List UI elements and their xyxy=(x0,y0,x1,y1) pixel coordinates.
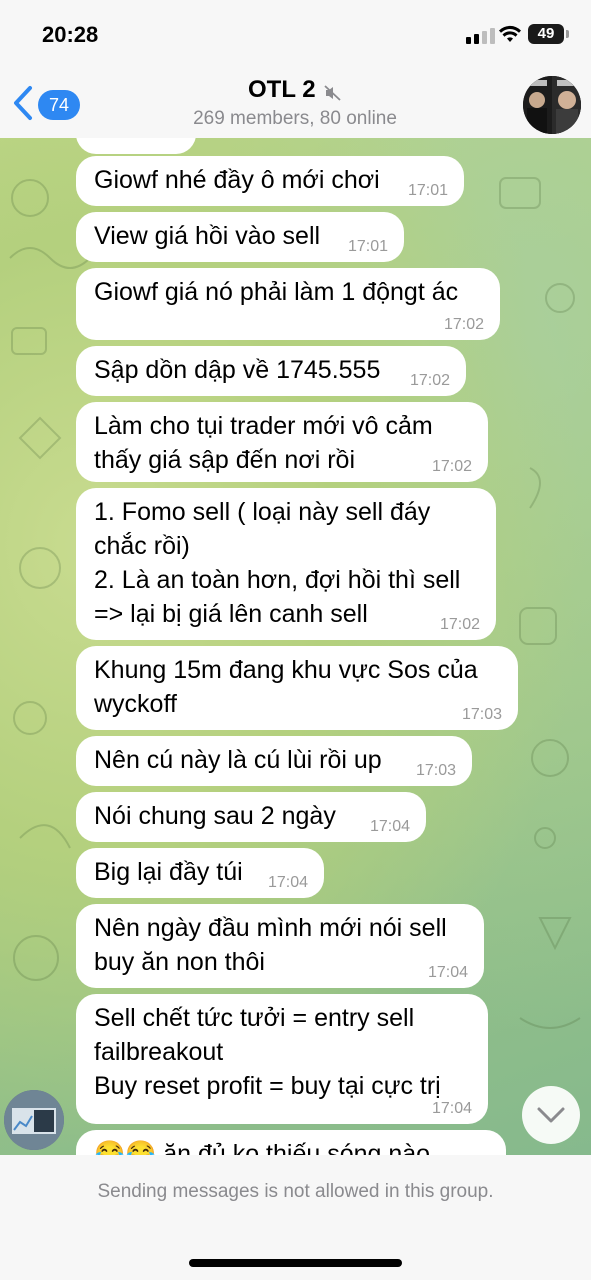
chat-subtitle: 269 members, 80 online xyxy=(193,108,397,129)
chat-title-block[interactable]: OTL 2 269 members, 80 online xyxy=(150,76,440,130)
sender-avatar[interactable] xyxy=(4,1090,64,1150)
message-timestamp: 17:04 xyxy=(431,1100,472,1117)
message-text: Làm cho tụi trader mới vô cảm thấy giá s… xyxy=(94,412,433,474)
message-bubble[interactable]: Làm cho tụi trader mới vô cảm thấy giá s… xyxy=(76,402,488,482)
message-bubble[interactable]: Giowf giá nó phải làm 1 độngt ác 17:02 xyxy=(76,268,500,340)
message-timestamp: 17:03 xyxy=(415,762,456,779)
status-bar: 20:28 49 xyxy=(0,0,591,70)
status-time: 20:28 xyxy=(42,22,99,47)
message-text: 1. Fomo sell ( loại này sell đáy chắc rồ… xyxy=(94,498,461,628)
back-unread-badge[interactable]: 74 xyxy=(38,90,80,120)
message-timestamp: 17:02 xyxy=(443,316,484,333)
input-area: Sending messages is not allowed in this … xyxy=(0,1155,591,1280)
message-bubble[interactable]: Nên cú này là cú lùi rồi up 17:03 xyxy=(76,736,472,786)
message-text: Khung 15m đang khu vực Sos của wyckoff xyxy=(94,656,478,718)
chat-area[interactable]: Giowf nhé đầy ô mới chơi 17:01 View giá hồ… xyxy=(0,138,591,1155)
message-text: Nên ngày đầu mình mới nói sell buy ăn no… xyxy=(94,914,447,976)
message-text: Giowf giá nó phải làm 1 độngt ác xyxy=(94,278,459,306)
speaker-muted-icon xyxy=(324,85,341,101)
message-timestamp: 17:02 xyxy=(431,458,472,475)
message-timestamp: 17:01 xyxy=(407,182,448,199)
chevron-left-icon[interactable] xyxy=(10,84,38,122)
message-text: 😂😂 ăn đủ ko thiếu sóng nào xyxy=(94,1140,431,1155)
message-text: Sell chết tức tưởi = entry sell failbrea… xyxy=(94,1004,441,1100)
message-bubble[interactable]: 😂😂 ăn đủ ko thiếu sóng nào xyxy=(76,1130,506,1155)
message-text: Sập dồn dập về 1745.555 xyxy=(94,356,381,384)
message-timestamp: 17:02 xyxy=(439,616,480,633)
message-bubble[interactable]: Sell chết tức tưởi = entry sell failbrea… xyxy=(76,994,488,1124)
message-timestamp: 17:03 xyxy=(461,706,502,723)
message-bubble[interactable]: Nói chung sau 2 ngày 17:04 xyxy=(76,792,426,842)
message-text: Giowf nhé đầy ô mới chơi xyxy=(94,166,380,194)
message-bubble[interactable]: View giá hồi vào sell 17:01 xyxy=(76,212,404,262)
group-avatar[interactable] xyxy=(523,76,581,134)
sending-disabled-notice: Sending messages is not allowed in this … xyxy=(97,1181,494,1202)
battery-tip xyxy=(566,30,569,38)
chat-header: 74 OTL 2 269 members, 80 online xyxy=(0,70,591,138)
message-timestamp: 17:04 xyxy=(369,818,410,835)
message-timestamp: 17:04 xyxy=(427,964,468,981)
message-text: Nên cú này là cú lùi rồi up xyxy=(94,746,382,774)
home-indicator xyxy=(189,1259,402,1267)
cellular-signal-icon xyxy=(466,28,495,44)
message-bubble[interactable]: Giowf nhé đầy ô mới chơi 17:01 xyxy=(76,156,464,206)
message-bubble[interactable]: 1. Fomo sell ( loại này sell đáy chắc rồ… xyxy=(76,488,496,640)
chat-title: OTL 2 xyxy=(247,76,316,103)
chevron-down-icon xyxy=(537,1107,565,1123)
message-text: Nói chung sau 2 ngày xyxy=(94,802,336,830)
wifi-icon xyxy=(499,25,521,42)
message-bubble[interactable]: Nên ngày đầu mình mới nói sell buy ăn no… xyxy=(76,904,484,988)
message-bubble[interactable]: Khung 15m đang khu vực Sos của wyckoff 17… xyxy=(76,646,518,730)
message-timestamp: 17:01 xyxy=(347,238,388,255)
message-text: View giá hồi vào sell xyxy=(94,222,321,250)
message-timestamp: 17:04 xyxy=(267,874,308,891)
message-bubble-partial[interactable] xyxy=(76,138,196,154)
scroll-to-bottom-button[interactable] xyxy=(522,1086,580,1144)
message-timestamp: 17:02 xyxy=(409,372,450,389)
battery-indicator: 49 xyxy=(528,24,564,44)
message-bubble[interactable]: Big lại đầy túi 17:04 xyxy=(76,848,324,898)
message-bubble[interactable]: Sập dồn dập về 1745.555 17:02 xyxy=(76,346,466,396)
